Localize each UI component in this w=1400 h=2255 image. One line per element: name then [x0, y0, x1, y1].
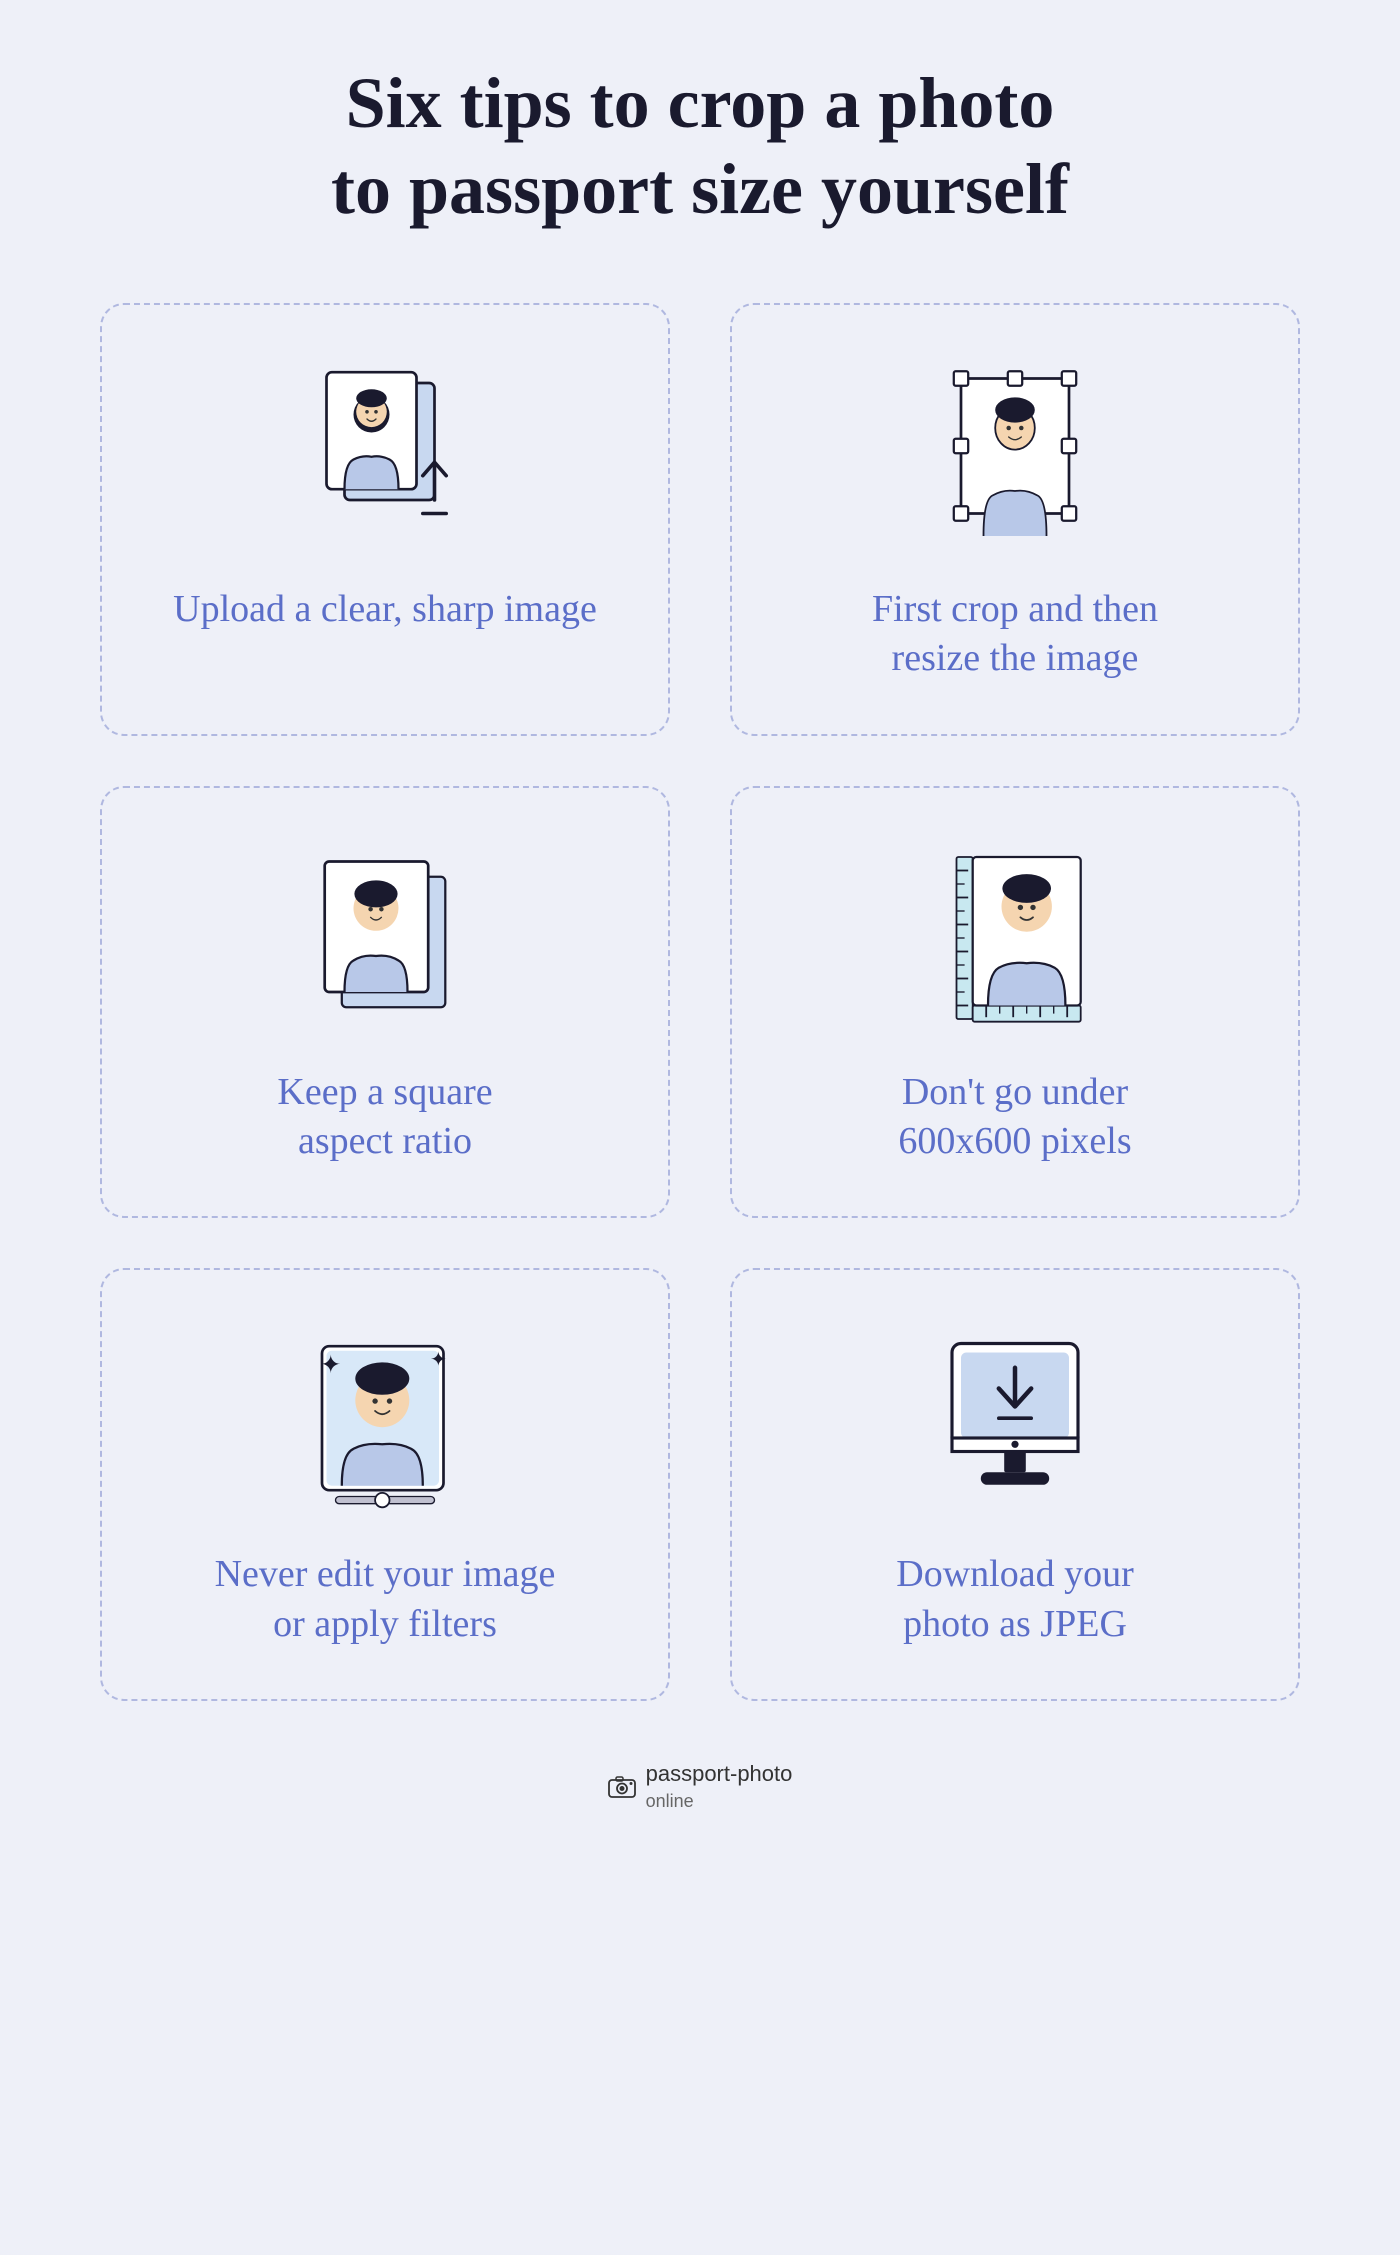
no-edit-icon: ✦ ✦ [295, 1320, 475, 1520]
card-no-edit-icon-area: ✦ ✦ [142, 1310, 628, 1530]
download-jpeg-icon [925, 1320, 1105, 1520]
card-aspect-ratio: Keep a squareaspect ratio [100, 786, 670, 1219]
brand-name: passport-photoonline [646, 1761, 793, 1813]
card-pixels: Don't go under600x600 pixels [730, 786, 1300, 1219]
card-download: Download yourphoto as JPEG [730, 1268, 1300, 1701]
upload-photo-icon [295, 355, 475, 555]
card-download-icon-area [772, 1310, 1258, 1530]
card-upload-label: Upload a clear, sharp image [173, 585, 597, 634]
card-crop-resize-icon-area [772, 345, 1258, 565]
brand-logo: passport-photoonline [608, 1761, 793, 1813]
card-crop-resize: First crop and thenresize the image [730, 303, 1300, 736]
card-aspect-ratio-icon-area [142, 828, 628, 1048]
card-upload: Upload a clear, sharp image [100, 303, 670, 736]
crop-resize-icon [925, 355, 1105, 555]
camera-icon [608, 1776, 636, 1798]
card-upload-icon-area [142, 345, 628, 565]
svg-text:✦: ✦ [430, 1349, 447, 1371]
card-no-edit-label: Never edit your imageor apply filters [215, 1550, 556, 1649]
card-download-label: Download yourphoto as JPEG [896, 1550, 1133, 1649]
card-aspect-ratio-label: Keep a squareaspect ratio [277, 1068, 492, 1167]
footer: passport-photoonline [608, 1761, 793, 1813]
svg-text:✦: ✦ [320, 1352, 341, 1380]
pixels-icon [925, 838, 1105, 1038]
tips-grid: Upload a clear, sharp image [100, 303, 1300, 1701]
card-no-edit: ✦ ✦ Never edit your imageor apply filter… [100, 1268, 670, 1701]
square-aspect-icon [295, 838, 475, 1038]
card-pixels-label: Don't go under600x600 pixels [898, 1068, 1131, 1167]
card-pixels-icon-area [772, 828, 1258, 1048]
page-title: Six tips to crop a photo to passport siz… [331, 60, 1069, 233]
card-crop-resize-label: First crop and thenresize the image [872, 585, 1158, 684]
